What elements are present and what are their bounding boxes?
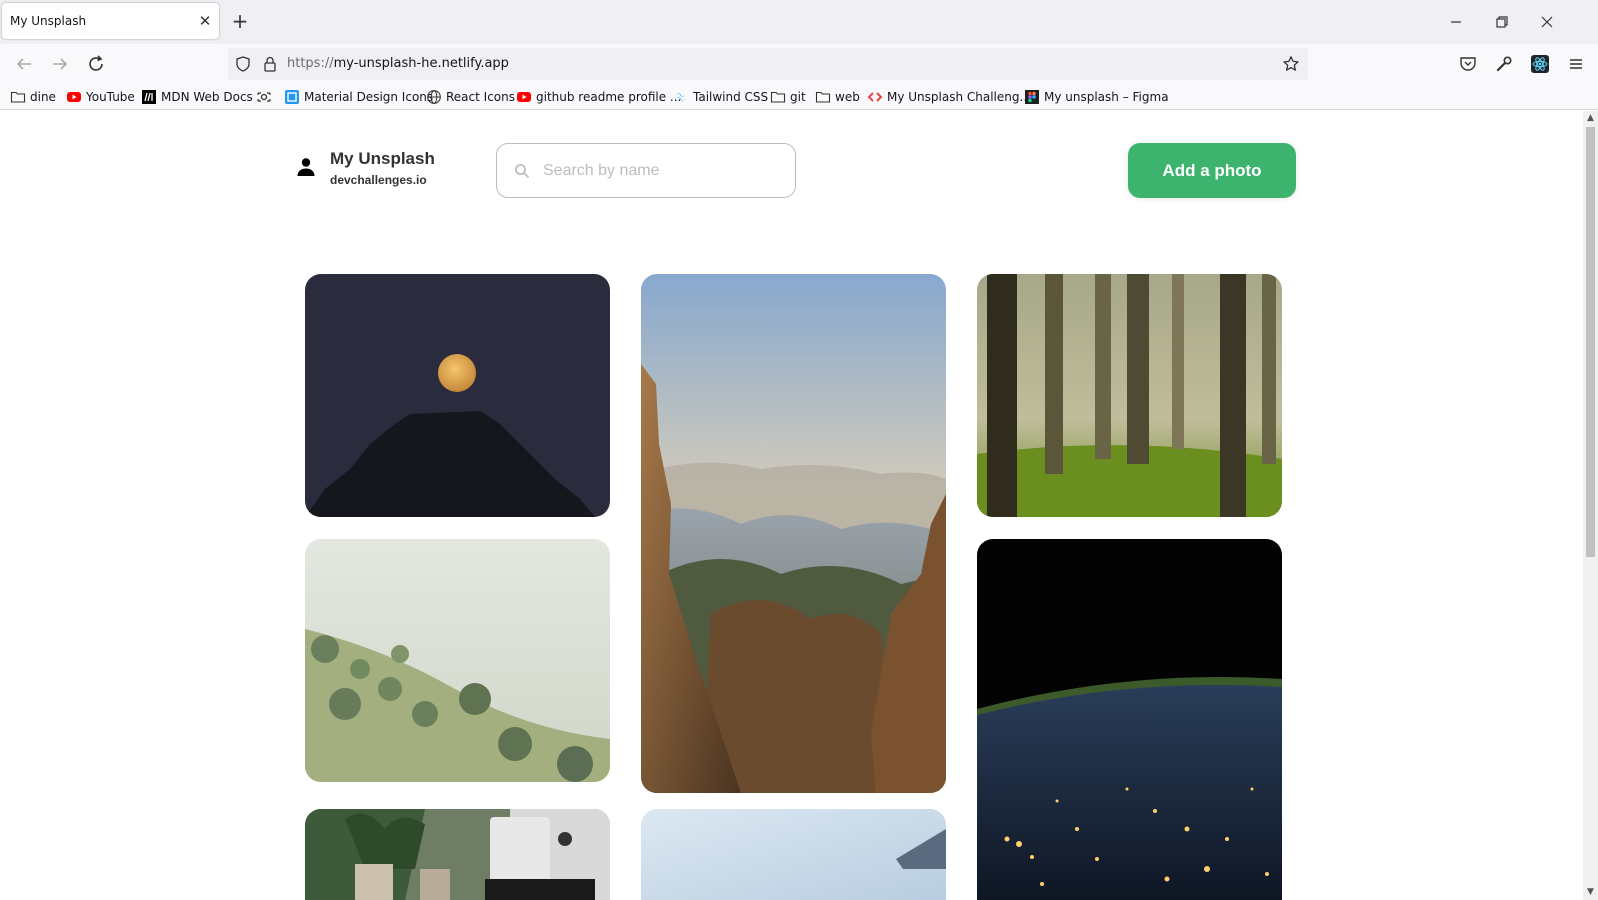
page-viewport: My Unsplash devchallenges.io Add a photo xyxy=(0,111,1598,900)
minimize-icon[interactable] xyxy=(1444,10,1468,34)
scrollbar[interactable]: ▲ ▼ xyxy=(1583,111,1598,900)
url-text[interactable]: https://my-unsplash-he.netlify.app xyxy=(287,56,509,71)
address-bar[interactable]: https://my-unsplash-he.netlify.app xyxy=(228,48,1308,80)
photo-card[interactable] xyxy=(977,539,1282,900)
bookmark-label: git xyxy=(790,90,806,104)
folder-icon xyxy=(815,89,831,105)
tab-strip: My Unsplash ✕ + xyxy=(0,0,1598,44)
brand-title: My Unsplash xyxy=(330,149,435,168)
folder-icon xyxy=(10,89,26,105)
close-tab-icon[interactable]: ✕ xyxy=(197,13,213,29)
forest-image xyxy=(977,274,1282,517)
bookmark-label: My Unsplash Challeng... xyxy=(887,90,1031,104)
bookmark-item[interactable]: git xyxy=(770,88,806,106)
youtube-icon xyxy=(66,89,82,105)
reload-icon[interactable] xyxy=(84,52,108,76)
bookmark-label: github readme profile ... xyxy=(536,90,682,104)
scroll-up-icon[interactable]: ▲ xyxy=(1585,113,1596,124)
canyon-image xyxy=(641,274,946,793)
folder-icon xyxy=(770,89,786,105)
bookmark-item[interactable]: Tailwind CSS xyxy=(673,88,768,106)
bookmark-item[interactable]: web xyxy=(815,88,860,106)
mdn-icon xyxy=(141,89,157,105)
bookmark-label: React Icons xyxy=(446,90,515,104)
photo-card[interactable] xyxy=(305,274,610,517)
globe-icon xyxy=(426,89,442,105)
foggy-hills-image xyxy=(305,539,610,782)
bookmark-label: YouTube xyxy=(86,90,135,104)
bookmark-item[interactable]: YouTube xyxy=(66,88,135,106)
bookmark-star-icon[interactable] xyxy=(1282,55,1300,73)
photo-card[interactable] xyxy=(641,809,946,900)
tailwind-icon xyxy=(673,89,689,105)
user-icon xyxy=(294,155,318,179)
shield-icon[interactable] xyxy=(234,55,252,73)
bookmark-item[interactable]: React Icons xyxy=(426,88,515,106)
bookmark-label: MDN Web Docs xyxy=(161,90,253,104)
menu-icon[interactable] xyxy=(1564,52,1588,76)
photo-card[interactable] xyxy=(305,539,610,782)
bookmark-item[interactable]: Material Design Icons xyxy=(284,88,433,106)
react-devtools-icon[interactable] xyxy=(1528,52,1552,76)
restore-icon[interactable] xyxy=(1490,10,1514,34)
tab-title: My Unsplash xyxy=(10,14,87,28)
bookmarks-toolbar: dine YouTube MDN Web Docs Material Desig… xyxy=(0,84,1598,110)
devchallenges-icon xyxy=(867,89,883,105)
bookmark-item[interactable] xyxy=(256,88,276,106)
bookmark-label: Tailwind CSS xyxy=(693,90,769,104)
moon-mountain-image xyxy=(305,274,610,517)
youtube-icon xyxy=(516,89,532,105)
bookmark-item[interactable]: My Unsplash Challeng... xyxy=(867,88,1031,106)
bookmark-label: web xyxy=(835,90,860,104)
brand-subtitle: devchallenges.io xyxy=(330,173,427,187)
scroll-down-icon[interactable]: ▼ xyxy=(1585,887,1596,898)
pocket-icon[interactable] xyxy=(1456,52,1480,76)
bookmark-item[interactable]: dine xyxy=(10,88,56,106)
sky-image xyxy=(641,809,946,900)
camera-icon xyxy=(256,89,272,105)
desk-plants-image xyxy=(305,809,610,900)
scroll-thumb[interactable] xyxy=(1586,127,1595,557)
navigation-toolbar: https://my-unsplash-he.netlify.app xyxy=(0,44,1598,84)
forward-icon[interactable] xyxy=(48,52,72,76)
bookmark-item[interactable]: My unsplash – Figma xyxy=(1024,88,1169,106)
close-window-icon[interactable] xyxy=(1535,10,1559,34)
photo-card[interactable] xyxy=(641,274,946,793)
browser-tab[interactable]: My Unsplash ✕ xyxy=(2,3,219,39)
new-tab-icon[interactable]: + xyxy=(229,11,251,33)
add-photo-button[interactable]: Add a photo xyxy=(1128,143,1296,198)
search-input[interactable] xyxy=(543,158,773,184)
search-icon xyxy=(513,162,531,180)
bookmark-item[interactable]: github readme profile ... xyxy=(516,88,681,106)
search-box[interactable] xyxy=(496,143,796,198)
photo-card[interactable] xyxy=(305,809,610,900)
lock-icon[interactable] xyxy=(261,55,279,73)
wrench-icon[interactable] xyxy=(1492,52,1516,76)
material-icon xyxy=(284,89,300,105)
bookmark-label: dine xyxy=(30,90,56,104)
back-icon[interactable] xyxy=(12,52,36,76)
earth-night-image xyxy=(977,539,1282,900)
figma-icon xyxy=(1024,89,1040,105)
photo-card[interactable] xyxy=(977,274,1282,517)
bookmark-item[interactable]: MDN Web Docs xyxy=(141,88,253,106)
bookmark-label: Material Design Icons xyxy=(304,90,434,104)
bookmark-label: My unsplash – Figma xyxy=(1044,90,1169,104)
